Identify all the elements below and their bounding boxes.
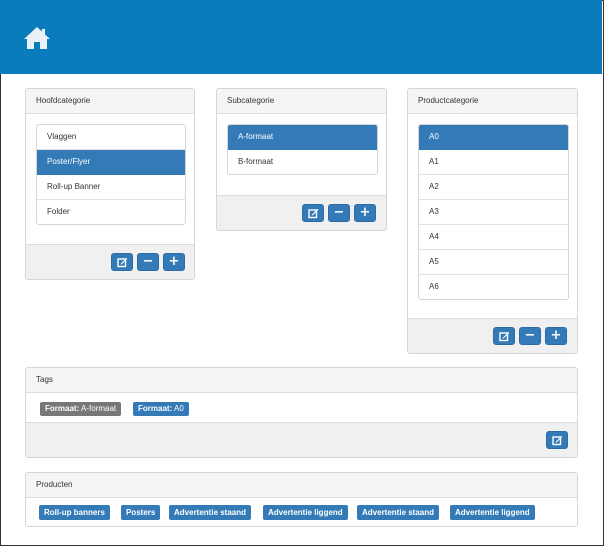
hoofdcategorie-footer: − + <box>26 244 194 279</box>
product-advertentie-liggend[interactable]: Advertentie liggend <box>450 505 535 520</box>
tag-formaat-a-formaat[interactable]: Formaat: A-formaat <box>40 402 122 416</box>
list-item-roll-up-banner[interactable]: Roll-up Banner <box>37 175 185 200</box>
product-posters[interactable]: Posters <box>121 505 161 520</box>
edit-icon <box>552 436 563 446</box>
tag-value: A-formaat <box>81 404 117 413</box>
plus-icon: + <box>359 205 371 220</box>
plus-icon: + <box>550 328 562 343</box>
product-roll-up-banners[interactable]: Roll-up banners <box>39 505 110 520</box>
tags-title: Tags <box>26 368 577 393</box>
edit-button[interactable] <box>302 204 324 222</box>
product-advertentie-staand[interactable]: Advertentie staand <box>357 505 440 520</box>
list-item-poster-flyer[interactable]: Poster/Flyer <box>37 150 185 175</box>
subcategorie-footer: − + <box>217 195 386 230</box>
subcategorie-panel: Subcategorie A-formaat B-formaat − + <box>216 88 387 231</box>
list-item-a0[interactable]: A0 <box>419 125 568 150</box>
tags-panel: Tags Formaat: A-formaat Formaat: A0 <box>25 367 578 458</box>
minus-icon: − <box>333 205 345 220</box>
productcategorie-title: Productcategorie <box>408 89 577 114</box>
edit-icon <box>499 332 510 342</box>
list-item-a-formaat[interactable]: A-formaat <box>228 125 377 150</box>
productcategorie-list: A0 A1 A2 A3 A4 A5 A6 <box>418 124 569 300</box>
edit-icon <box>308 209 319 219</box>
subcategorie-title: Subcategorie <box>217 89 386 114</box>
top-bar <box>0 0 602 74</box>
remove-button[interactable]: − <box>328 204 350 222</box>
subcategorie-list: A-formaat B-formaat <box>227 124 378 175</box>
list-item-vlaggen[interactable]: Vlaggen <box>37 125 185 150</box>
product-advertentie-liggend[interactable]: Advertentie liggend <box>263 505 348 520</box>
list-item-a4[interactable]: A4 <box>419 225 568 250</box>
edit-button[interactable] <box>111 253 133 271</box>
plus-icon: + <box>168 254 180 269</box>
edit-tags-button[interactable] <box>546 431 568 449</box>
list-item-a2[interactable]: A2 <box>419 175 568 200</box>
minus-icon: − <box>142 254 154 269</box>
list-item-a1[interactable]: A1 <box>419 150 568 175</box>
remove-button[interactable]: − <box>519 327 541 345</box>
tags-footer <box>26 422 577 457</box>
home-icon[interactable] <box>23 26 51 50</box>
hoofdcategorie-panel: Hoofdcategorie Vlaggen Poster/Flyer Roll… <box>25 88 195 280</box>
hoofdcategorie-list: Vlaggen Poster/Flyer Roll-up Banner Fold… <box>36 124 186 225</box>
edit-button[interactable] <box>493 327 515 345</box>
remove-button[interactable]: − <box>137 253 159 271</box>
producten-title: Producten <box>26 473 577 498</box>
tag-key: Formaat: <box>138 404 173 413</box>
tag-key: Formaat: <box>45 404 80 413</box>
list-item-a5[interactable]: A5 <box>419 250 568 275</box>
productcategorie-footer: − + <box>408 318 577 353</box>
add-button[interactable]: + <box>545 327 567 345</box>
list-item-b-formaat[interactable]: B-formaat <box>228 150 377 174</box>
tag-formaat-a0[interactable]: Formaat: A0 <box>133 402 189 416</box>
product-advertentie-staand[interactable]: Advertentie staand <box>169 505 252 520</box>
hoofdcategorie-title: Hoofdcategorie <box>26 89 194 114</box>
add-button[interactable]: + <box>163 253 185 271</box>
edit-icon <box>117 258 128 268</box>
list-item-a3[interactable]: A3 <box>419 200 568 225</box>
minus-icon: − <box>524 328 536 343</box>
tag-value: A0 <box>174 404 184 413</box>
list-item-folder[interactable]: Folder <box>37 200 185 224</box>
add-button[interactable]: + <box>354 204 376 222</box>
productcategorie-panel: Productcategorie A0 A1 A2 A3 A4 A5 A6 − … <box>407 88 578 354</box>
list-item-a6[interactable]: A6 <box>419 275 568 299</box>
